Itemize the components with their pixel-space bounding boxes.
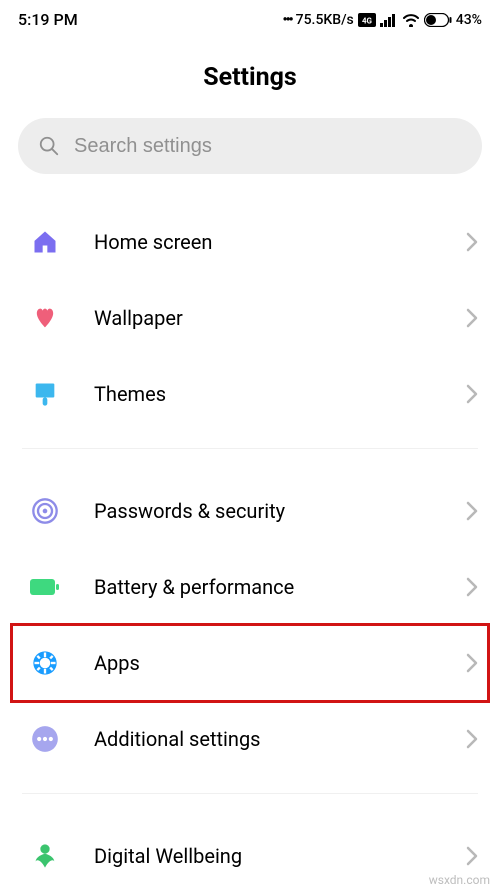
row-label: Battery & performance (94, 575, 466, 599)
home-icon (30, 227, 60, 257)
status-dots-icon: ••• (283, 12, 292, 28)
volte-icon: 4G (358, 13, 376, 27)
row-label: Themes (94, 382, 466, 406)
chevron-right-icon (466, 501, 478, 521)
fingerprint-icon (30, 496, 60, 526)
themes-icon (30, 379, 60, 409)
status-bar: 5:19 PM ••• 75.5KB/s 4G 43% (0, 0, 500, 35)
divider (22, 793, 478, 794)
page-title: Settings (0, 63, 500, 92)
chevron-right-icon (466, 577, 478, 597)
wallpaper-icon (30, 303, 60, 333)
status-battery: 43% (456, 12, 482, 28)
row-home-screen[interactable]: Home screen (0, 204, 500, 280)
row-label: Wallpaper (94, 306, 466, 330)
search-input[interactable] (74, 135, 462, 158)
chevron-right-icon (466, 308, 478, 328)
svg-text:4G: 4G (362, 16, 373, 25)
apps-icon (30, 648, 60, 678)
status-time: 5:19 PM (18, 10, 78, 29)
search-icon (38, 135, 60, 157)
divider (22, 448, 478, 449)
status-speed: 75.5KB/s (296, 12, 354, 28)
row-wallpaper[interactable]: Wallpaper (0, 280, 500, 356)
status-right: ••• 75.5KB/s 4G 43% (283, 12, 482, 28)
settings-list: Home screen Wallpaper Themes Passwords &… (0, 204, 500, 894)
more-icon (30, 724, 60, 754)
chevron-right-icon (466, 846, 478, 866)
row-label: Digital Wellbeing (94, 844, 466, 868)
row-battery-performance[interactable]: Battery & performance (0, 549, 500, 625)
row-apps[interactable]: Apps (0, 625, 500, 701)
row-digital-wellbeing[interactable]: Digital Wellbeing (0, 818, 500, 894)
battery-row-icon (30, 572, 60, 602)
row-label: Additional settings (94, 727, 466, 751)
chevron-right-icon (466, 653, 478, 673)
wellbeing-icon (30, 841, 60, 871)
chevron-right-icon (466, 384, 478, 404)
row-label: Passwords & security (94, 499, 466, 523)
row-passwords-security[interactable]: Passwords & security (0, 473, 500, 549)
row-label: Home screen (94, 230, 466, 254)
wifi-icon (402, 13, 420, 27)
chevron-right-icon (466, 232, 478, 252)
row-label: Apps (94, 651, 466, 675)
row-themes[interactable]: Themes (0, 356, 500, 432)
signal-icon (380, 13, 398, 27)
battery-icon (424, 13, 452, 27)
row-additional-settings[interactable]: Additional settings (0, 701, 500, 777)
watermark: wsxdn.com (429, 873, 490, 887)
search-bar[interactable] (18, 118, 482, 174)
chevron-right-icon (466, 729, 478, 749)
